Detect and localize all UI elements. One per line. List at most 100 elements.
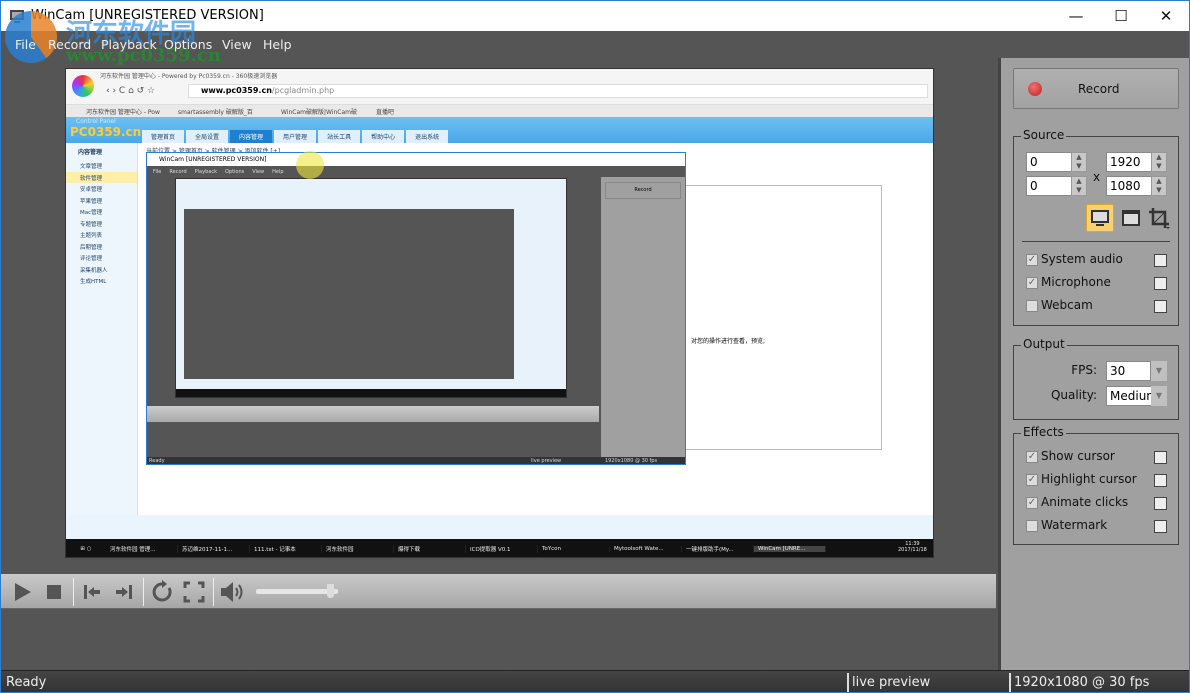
effect-option-checkbox[interactable]: ✓	[1026, 451, 1038, 463]
taskbar-item: Mytoolsoft Wate...	[610, 546, 682, 552]
status-mode: live preview	[852, 675, 931, 690]
menu-view[interactable]: View	[222, 37, 252, 52]
effect-option-checkbox[interactable]: ✓	[1026, 474, 1038, 486]
menu-help[interactable]: Help	[263, 37, 292, 52]
times-label: x	[1093, 170, 1101, 184]
nested-menu-item: Help	[272, 169, 284, 175]
site-sidebar-item: 采集机器人	[80, 267, 108, 274]
site-nav-item: 内容管理	[230, 130, 273, 143]
source-option-checkbox[interactable]: ✓	[1026, 254, 1038, 266]
playback-toolbar	[1, 574, 996, 609]
monitor-icon	[1091, 210, 1109, 226]
site-nav-item: 帮助中心	[362, 130, 405, 143]
taskbar-item: WinCam [UNRE...	[754, 546, 826, 552]
nested-menu-item: File	[153, 169, 162, 175]
site-sidebar-item: 主题列表	[80, 233, 103, 239]
source-x-spinner[interactable]: ▲ ▼	[1071, 152, 1087, 172]
site-nav: 管理首页 全局设置 内容管理 用户管理 站长工具 帮助中心 退出系统	[142, 130, 450, 143]
site-sidebar-item: 生成HTML	[80, 279, 107, 285]
site-sidebar-item: 软件管理	[66, 171, 137, 183]
minimize-button[interactable]: —	[1053, 1, 1099, 31]
volume-slider[interactable]	[256, 589, 338, 594]
loop-icon[interactable]	[149, 579, 175, 605]
source-option-settings-button[interactable]	[1154, 277, 1167, 290]
source-width-input[interactable]: 1920	[1106, 152, 1152, 172]
effect-option-label: Highlight cursor	[1041, 472, 1137, 486]
source-legend: Source	[1021, 128, 1067, 142]
site-sidebar-item: 评论管理	[80, 256, 103, 262]
output-legend: Output	[1021, 337, 1067, 351]
effect-option-checkbox[interactable]: ✓	[1026, 497, 1038, 509]
fps-label: FPS:	[1071, 363, 1097, 377]
browser-title: 河东软件园 管理中心 - Powered by Pc0359.cn - 360极…	[100, 73, 278, 80]
nested-menu-item: Playback	[194, 169, 217, 175]
play-icon[interactable]	[10, 579, 36, 605]
effect-option-label: Animate clicks	[1041, 495, 1129, 509]
source-option-label: Microphone	[1041, 275, 1111, 289]
stop-icon[interactable]	[41, 579, 67, 605]
effect-option-settings-button[interactable]	[1154, 520, 1167, 533]
effect-option-checkbox[interactable]	[1026, 520, 1038, 532]
maximize-button[interactable]: ☐	[1098, 1, 1144, 31]
source-option-checkbox[interactable]	[1026, 300, 1038, 312]
quality-select[interactable]: Medium	[1106, 386, 1158, 406]
volume-icon[interactable]	[218, 579, 244, 605]
taskbar-item: 111.txt - 记事本	[250, 545, 322, 553]
output-group: Output FPS: 30 ▼ Quality: Medium ▼	[1013, 337, 1179, 420]
menu-record[interactable]: Record	[48, 37, 91, 52]
skip-end-icon[interactable]	[111, 579, 137, 605]
crop-icon[interactable]	[1146, 205, 1172, 231]
effect-option-settings-button[interactable]	[1154, 451, 1167, 464]
menu-options[interactable]: Options	[164, 37, 212, 52]
source-height-input[interactable]: 1080	[1106, 176, 1152, 196]
source-option-settings-button[interactable]	[1154, 300, 1167, 313]
source-option-checkbox[interactable]: ✓	[1026, 277, 1038, 289]
title-bar: WinCam [UNREGISTERED VERSION] — ☐ ✕	[1, 1, 1189, 31]
site-sidebar-item: 后期管理	[80, 244, 103, 251]
site-nav-item: 退出系统	[406, 130, 449, 143]
window-icon[interactable]	[1118, 205, 1144, 231]
volume-slider-thumb[interactable]	[327, 584, 335, 598]
browser-chrome: 河东软件园 管理中心 - Powered by Pc0359.cn - 360极…	[66, 69, 933, 105]
site-nav-item: 站长工具	[318, 130, 361, 143]
menu-playback[interactable]: Playback	[101, 37, 157, 52]
fps-dropdown-arrow[interactable]: ▼	[1151, 361, 1167, 381]
window-title: WinCam [UNREGISTERED VERSION]	[31, 8, 264, 23]
source-width-spinner[interactable]: ▲ ▼	[1151, 152, 1167, 172]
fullscreen-source-button[interactable]	[1086, 204, 1114, 232]
skip-start-icon[interactable]	[79, 579, 105, 605]
record-button[interactable]: Record	[1013, 68, 1179, 109]
source-y-input[interactable]: 0	[1026, 176, 1072, 196]
source-option-settings-button[interactable]	[1154, 254, 1167, 267]
browser-nav-icons: ‹ › C ⌂ ↺ ☆	[106, 86, 156, 96]
close-button[interactable]: ✕	[1143, 1, 1189, 31]
effect-option-settings-button[interactable]	[1154, 474, 1167, 487]
effect-option-settings-button[interactable]	[1154, 497, 1167, 510]
nested-preview	[175, 178, 567, 398]
site-nav-item: 用户管理	[274, 130, 317, 143]
fullscreen-icon[interactable]	[181, 579, 207, 605]
source-x-input[interactable]: 0	[1026, 152, 1072, 172]
site-nav-item: 全局设置	[186, 130, 229, 143]
site-sidebar-item: 文章管理	[80, 164, 103, 170]
taskbar-item: 苏迈维2017-11-1...	[178, 545, 250, 553]
site-sidebar-item: 专题管理	[80, 221, 103, 228]
site-sidebar: 内容管理 文章管理 软件管理 安卓管理 苹果管理 Mac管理 专题管理 主题列表 后期管理 评论…	[66, 143, 138, 523]
quality-label: Quality:	[1050, 388, 1097, 402]
fps-select[interactable]: 30	[1106, 361, 1151, 381]
source-height-spinner[interactable]: ▲ ▼	[1151, 176, 1167, 196]
url-bar: www.pc0359.cn/pcgladmin.php	[188, 84, 928, 98]
source-y-spinner[interactable]: ▲ ▼	[1071, 176, 1087, 196]
site-sidebar-item: 苹果管理	[80, 198, 103, 205]
effect-option-label: Watermark	[1041, 518, 1108, 532]
wincam-window: WinCam [UNREGISTERED VERSION] — ☐ ✕ File…	[0, 0, 1190, 693]
effect-option-label: Show cursor	[1041, 449, 1115, 463]
taskbar-item: 河东软件园	[322, 545, 394, 553]
editor-side-text: 对您的操作进行查看，预览;	[691, 338, 766, 345]
taskbar-item: ICO提取器 V0.1	[466, 545, 538, 553]
menu-file[interactable]: File	[15, 37, 36, 52]
quality-dropdown-arrow[interactable]: ▼	[1151, 386, 1167, 406]
nested-wincam-window: WinCam [UNREGISTERED VERSION] File Record…	[146, 152, 686, 465]
site-nav-item: 管理首页	[142, 130, 185, 143]
app-icon	[10, 10, 24, 23]
